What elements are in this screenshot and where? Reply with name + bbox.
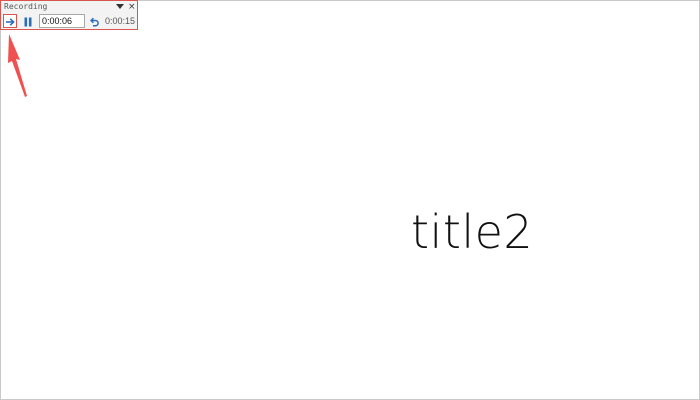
next-button[interactable] [3, 14, 17, 28]
chevron-down-icon[interactable] [116, 4, 124, 9]
slide-canvas: title2 [0, 0, 700, 400]
arrow-right-icon [6, 18, 15, 26]
toolbar-header: Recording × [1, 1, 137, 13]
repeat-button[interactable] [88, 15, 100, 27]
close-button[interactable]: × [128, 1, 136, 13]
total-time: 0:00:15 [105, 16, 136, 26]
pause-button[interactable] [22, 15, 34, 27]
slide-time-field[interactable]: 0:00:06 [39, 14, 85, 28]
undo-icon [90, 17, 99, 27]
slide-title: title2 [411, 205, 534, 259]
pause-icon [24, 17, 32, 27]
toolbar-controls: 0:00:06 0:00:15 [1, 13, 137, 29]
toolbar-title: Recording [4, 2, 48, 11]
recording-toolbar: Recording × 0:00:06 0:00:15 [0, 0, 138, 30]
